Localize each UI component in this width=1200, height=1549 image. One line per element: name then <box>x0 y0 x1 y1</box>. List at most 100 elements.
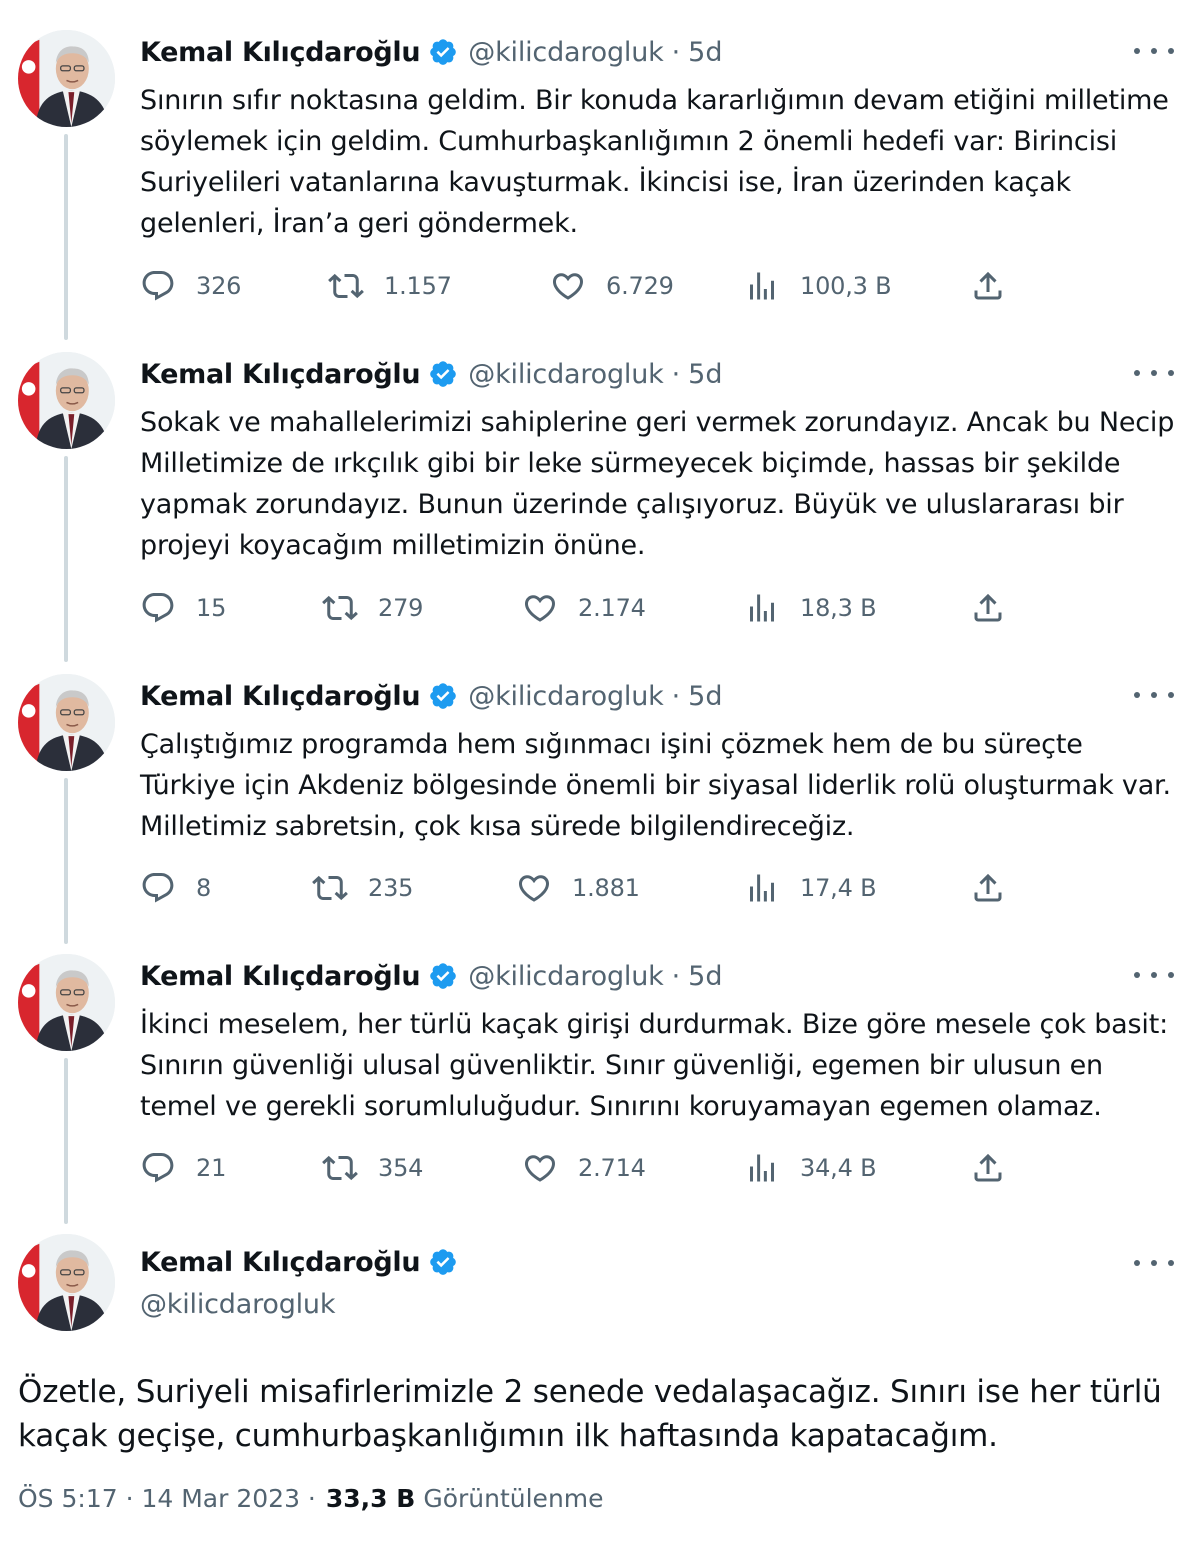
tweet-text: Sınırın sıfır noktasına geldim. Bir konu… <box>140 85 1169 239</box>
reply-button[interactable]: 15 <box>140 588 226 628</box>
verified-badge-icon <box>428 37 458 67</box>
likes-count: 6.729 <box>606 272 674 300</box>
like-button[interactable]: 2.714 <box>522 1148 646 1188</box>
views-count: 18,3 B <box>800 594 877 622</box>
author-name[interactable]: Kemal Kılıçdaroğlu <box>140 359 421 390</box>
likes-count: 2.714 <box>578 1154 646 1182</box>
share-button[interactable] <box>970 588 1006 628</box>
avatar[interactable] <box>18 954 115 1051</box>
reply-icon <box>140 1150 176 1186</box>
thread-line-1 <box>64 134 68 340</box>
analytics-icon <box>744 870 780 906</box>
retweet-icon <box>312 870 348 906</box>
more-dots-icon[interactable] <box>1134 960 1174 990</box>
verified-badge-icon <box>428 681 458 711</box>
likes-count: 2.174 <box>578 594 646 622</box>
more-dots-icon[interactable] <box>1134 36 1174 66</box>
replies-count: 15 <box>196 594 227 622</box>
retweet-button[interactable]: 279 <box>322 588 423 628</box>
separator-dot: · <box>671 358 681 390</box>
tweet-actions: 21 354 2.714 34,4 B <box>140 1148 1020 1188</box>
verified-badge-icon <box>428 359 458 389</box>
tweet-actions: 15 279 2.174 18,3 B <box>140 588 1020 628</box>
analytics-icon <box>744 1150 780 1186</box>
retweet-button[interactable]: 354 <box>322 1148 423 1188</box>
share-button[interactable] <box>970 266 1006 306</box>
tweet-actions: 326 1.157 6.729 100,3 B <box>140 266 1020 306</box>
replies-count: 8 <box>196 874 212 902</box>
reply-icon <box>140 268 176 304</box>
reply-button[interactable]: 326 <box>140 266 241 306</box>
replies-count: 326 <box>196 272 242 300</box>
retweet-button[interactable]: 1.157 <box>328 266 452 306</box>
reply-icon <box>140 590 176 626</box>
views-count: 33,3 B <box>325 1484 416 1513</box>
thread-line-2 <box>64 456 68 662</box>
author-name[interactable]: Kemal Kılıçdaroğlu <box>140 1247 421 1278</box>
views-count: 34,4 B <box>800 1154 877 1182</box>
author-handle[interactable]: @kilicdarogluk <box>468 359 663 390</box>
author-name[interactable]: Kemal Kılıçdaroğlu <box>140 681 421 712</box>
analytics-icon <box>744 590 780 626</box>
share-button[interactable] <box>970 1148 1006 1188</box>
thread-line-4 <box>64 1058 68 1224</box>
retweets-count: 354 <box>378 1154 424 1182</box>
separator-dot: · <box>671 680 681 712</box>
retweet-icon <box>328 268 364 304</box>
tweet-time[interactable]: 5d <box>688 37 722 68</box>
tweet-time[interactable]: 5d <box>688 359 722 390</box>
heart-icon <box>550 268 586 304</box>
author-handle[interactable]: @kilicdarogluk <box>468 961 663 992</box>
like-button[interactable]: 1.881 <box>516 868 640 908</box>
avatar[interactable] <box>18 30 115 127</box>
replies-count: 21 <box>196 1154 227 1182</box>
retweets-count: 279 <box>378 594 424 622</box>
tweet-header: Kemal Kılıçdaroğlu @kilicdarogluk · 5d <box>140 30 723 74</box>
tweet-time[interactable]: 5d <box>688 681 722 712</box>
reply-button[interactable]: 8 <box>140 868 211 908</box>
tweet-actions: 8 235 1.881 17,4 B <box>140 868 1020 908</box>
more-dots-icon[interactable] <box>1134 358 1174 388</box>
tweet-header: Kemal Kılıçdaroğlu <box>140 1240 458 1284</box>
author-name[interactable]: Kemal Kılıçdaroğlu <box>140 961 421 992</box>
views-button[interactable]: 34,4 B <box>744 1148 877 1188</box>
share-icon <box>970 590 1006 626</box>
reply-button[interactable]: 21 <box>140 1148 226 1188</box>
more-dots-icon[interactable] <box>1134 680 1174 710</box>
tweet-handle-row: @kilicdarogluk <box>140 1282 335 1326</box>
tweet-text: Sokak ve mahallelerimizi sahiplerine ger… <box>140 407 1175 561</box>
author-handle[interactable]: @kilicdarogluk <box>140 1289 335 1320</box>
author-handle[interactable]: @kilicdarogluk <box>468 37 663 68</box>
avatar[interactable] <box>18 674 115 771</box>
retweets-count: 1.157 <box>384 272 452 300</box>
retweets-count: 235 <box>368 874 414 902</box>
views-count: 100,3 B <box>800 272 892 300</box>
avatar[interactable] <box>18 1234 115 1331</box>
tweet-text: İkinci meselem, her türlü kaçak girişi d… <box>140 1009 1168 1122</box>
views-button[interactable]: 18,3 B <box>744 588 877 628</box>
tweet-header: Kemal Kılıçdaroğlu @kilicdarogluk · 5d <box>140 352 723 396</box>
author-handle[interactable]: @kilicdarogluk <box>468 681 663 712</box>
share-button[interactable] <box>970 868 1006 908</box>
like-button[interactable]: 6.729 <box>550 266 674 306</box>
heart-icon <box>522 1150 558 1186</box>
tweet-text: Çalıştığımız programda hem sığınmacı işi… <box>140 729 1171 842</box>
author-name[interactable]: Kemal Kılıçdaroğlu <box>140 37 421 68</box>
views-button[interactable]: 100,3 B <box>744 266 892 306</box>
thread-line-3 <box>64 778 68 944</box>
retweet-icon <box>322 590 358 626</box>
tweet-header: Kemal Kılıçdaroğlu @kilicdarogluk · 5d <box>140 954 723 998</box>
share-icon <box>970 1150 1006 1186</box>
tweet-timestamp[interactable]: ÖS 5:17 · 14 Mar 2023 · <box>18 1484 316 1513</box>
avatar[interactable] <box>18 352 115 449</box>
views-label: Görüntülenme <box>423 1484 604 1513</box>
retweet-button[interactable]: 235 <box>312 868 413 908</box>
verified-badge-icon <box>428 1247 458 1277</box>
share-icon <box>970 268 1006 304</box>
views-button[interactable]: 17,4 B <box>744 868 877 908</box>
like-button[interactable]: 2.174 <box>522 588 646 628</box>
separator-dot: · <box>671 960 681 992</box>
tweet-time[interactable]: 5d <box>688 961 722 992</box>
more-dots-icon[interactable] <box>1134 1248 1174 1278</box>
tweet-header: Kemal Kılıçdaroğlu @kilicdarogluk · 5d <box>140 674 723 718</box>
